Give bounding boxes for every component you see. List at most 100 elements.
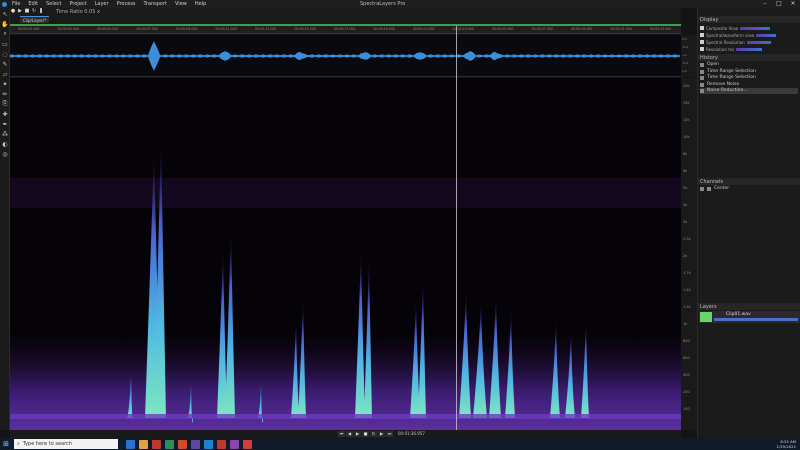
menu-layer[interactable]: Layer bbox=[91, 0, 113, 8]
ruler-tick: 00:00:05.000 bbox=[97, 27, 119, 31]
waveform-db-scale: 0.0 -6.0 -oo -6.0 0.0 bbox=[681, 35, 697, 77]
layer-thumbnail bbox=[700, 312, 712, 322]
freq-tick: 100 bbox=[683, 407, 690, 411]
channel-lock-icon[interactable] bbox=[707, 187, 711, 191]
history-step-icon bbox=[700, 89, 704, 93]
target-icon[interactable]: ◎ bbox=[1, 150, 9, 158]
wand-icon[interactable]: ✦ bbox=[1, 80, 9, 88]
zoom-icon[interactable]: ⌕ bbox=[1, 30, 9, 38]
layer-name[interactable]: Clip01.wav bbox=[726, 312, 751, 317]
brush-icon[interactable]: ✎ bbox=[1, 60, 9, 68]
next-icon[interactable]: ▶ bbox=[378, 431, 385, 437]
display-row[interactable]: Composite View bbox=[700, 25, 771, 31]
display-row[interactable]: Spectral Resolution bbox=[700, 39, 771, 45]
window-controls: – □ ✕ bbox=[758, 0, 800, 8]
taskbar-app-icon[interactable] bbox=[178, 439, 187, 449]
pencil-icon[interactable]: ✏ bbox=[1, 90, 9, 98]
heal-icon[interactable]: ✚ bbox=[1, 110, 9, 118]
freq-tick: 5k bbox=[683, 186, 688, 190]
db-tick: -6.0 bbox=[682, 45, 688, 49]
taskbar-app-icon[interactable] bbox=[243, 439, 252, 449]
ruler-tick: 00:00:17.000 bbox=[334, 27, 356, 31]
history-item[interactable]: Noise Reduction... bbox=[700, 88, 798, 94]
layer-opacity-slider[interactable] bbox=[714, 318, 798, 321]
taskbar-app-icon[interactable] bbox=[126, 439, 135, 449]
freq-tick: 6k bbox=[683, 169, 688, 173]
menu-edit[interactable]: Edit bbox=[24, 0, 42, 8]
checkbox-icon[interactable] bbox=[700, 33, 704, 37]
rewind-icon[interactable]: ⏮ bbox=[338, 431, 345, 437]
freq-tick: 800 bbox=[683, 339, 690, 343]
slider[interactable] bbox=[756, 33, 777, 37]
fade-icon[interactable]: ◐ bbox=[1, 140, 9, 148]
record-icon[interactable]: ● bbox=[10, 8, 16, 14]
spectrogram-view[interactable] bbox=[10, 78, 681, 430]
checkbox-icon[interactable] bbox=[700, 40, 704, 44]
slider[interactable] bbox=[740, 26, 771, 30]
stop-button-icon[interactable]: ■ bbox=[362, 431, 369, 437]
history-step-icon bbox=[700, 69, 704, 74]
display-row[interactable]: Spectral/waveform view bbox=[700, 32, 777, 38]
menu-file[interactable]: File bbox=[8, 0, 24, 8]
ruler-tick: 00:00:11.000 bbox=[215, 27, 237, 31]
eraser-icon[interactable]: ▱ bbox=[1, 70, 9, 78]
prev-icon[interactable]: ◀ bbox=[346, 431, 353, 437]
maximize-icon[interactable]: □ bbox=[772, 0, 786, 8]
play-button-icon[interactable]: ▶ bbox=[354, 431, 361, 437]
menu-process[interactable]: Process bbox=[113, 0, 140, 8]
menu-select[interactable]: Select bbox=[42, 0, 65, 8]
taskbar-app-icon[interactable] bbox=[165, 439, 174, 449]
close-icon[interactable]: ✕ bbox=[786, 0, 800, 8]
menu-help[interactable]: Help bbox=[191, 0, 210, 8]
ruler-tick: 00:00:25.000 bbox=[492, 27, 514, 31]
checkbox-icon[interactable] bbox=[700, 26, 704, 30]
time-ruler[interactable]: 00:00:01.000 00:00:03.000 00:00:05.000 00:0… bbox=[10, 26, 681, 34]
taskbar-search[interactable]: ⌕ Type here to search bbox=[14, 439, 118, 449]
hand-icon[interactable]: ✋ bbox=[1, 20, 9, 28]
taskbar-app-icon[interactable] bbox=[217, 439, 226, 449]
menu-project[interactable]: Project bbox=[66, 0, 91, 8]
waveform-view[interactable] bbox=[10, 35, 681, 77]
play-icon[interactable]: ▶ bbox=[17, 8, 23, 14]
search-icon: ⌕ bbox=[17, 441, 20, 447]
taskbar-app-icon[interactable] bbox=[152, 439, 161, 449]
windows-start-icon[interactable]: ⊞ bbox=[0, 438, 12, 450]
loop-icon[interactable]: ↻ bbox=[31, 8, 37, 14]
taskbar-app-icon[interactable] bbox=[191, 439, 200, 449]
minimize-icon[interactable]: – bbox=[758, 0, 772, 8]
playhead-cursor[interactable] bbox=[456, 26, 457, 430]
channel-item[interactable]: Center bbox=[700, 186, 729, 192]
pause-icon[interactable]: ❚ bbox=[38, 8, 44, 14]
taskbar-app-icon[interactable] bbox=[139, 439, 148, 449]
playback-time: 00:01:36.957 bbox=[398, 431, 425, 436]
system-tray-clock[interactable]: 8:52 AM 1/25/2021 bbox=[777, 439, 796, 449]
slider[interactable] bbox=[746, 40, 771, 44]
menu-transport[interactable]: Transport bbox=[140, 0, 171, 8]
stop-icon[interactable]: ■ bbox=[24, 8, 30, 14]
history-item[interactable]: Open bbox=[700, 62, 719, 68]
lasso-icon[interactable]: ◌ bbox=[1, 50, 9, 58]
checkbox-icon[interactable] bbox=[700, 47, 704, 51]
app-logo-icon bbox=[0, 0, 8, 8]
history-item[interactable]: Time Range Selection bbox=[700, 69, 756, 75]
spectralayers-window: File Edit Select Project Layer Process Transpo… bbox=[0, 0, 800, 450]
time-select-icon[interactable]: ▭ bbox=[1, 40, 9, 48]
pen-icon[interactable]: ✒ bbox=[1, 120, 9, 128]
display-row[interactable]: Resolution ms bbox=[700, 46, 763, 52]
history-item[interactable]: Time Range Selection bbox=[700, 75, 756, 81]
display-panel-title: Display bbox=[700, 17, 719, 23]
cursor-icon[interactable]: ↖ bbox=[1, 10, 9, 18]
clone-icon[interactable]: ⎘ bbox=[1, 100, 9, 108]
loop-button-icon[interactable]: ↻ bbox=[370, 431, 377, 437]
taskbar-app-icon[interactable] bbox=[230, 439, 239, 449]
history-item[interactable]: Remove Noise bbox=[700, 82, 739, 88]
forward-icon[interactable]: ⏭ bbox=[386, 431, 393, 437]
slider[interactable] bbox=[736, 47, 763, 51]
history-step-icon bbox=[700, 76, 704, 80]
ruler-tick: 00:00:09.000 bbox=[176, 27, 198, 31]
taskbar-app-icon[interactable] bbox=[204, 439, 213, 449]
channel-visibility-icon[interactable] bbox=[700, 187, 704, 191]
document-tab[interactable]: Clip/Layer/* bbox=[20, 16, 50, 23]
spray-icon[interactable]: ⁂ bbox=[1, 130, 9, 138]
menu-view[interactable]: View bbox=[171, 0, 191, 8]
